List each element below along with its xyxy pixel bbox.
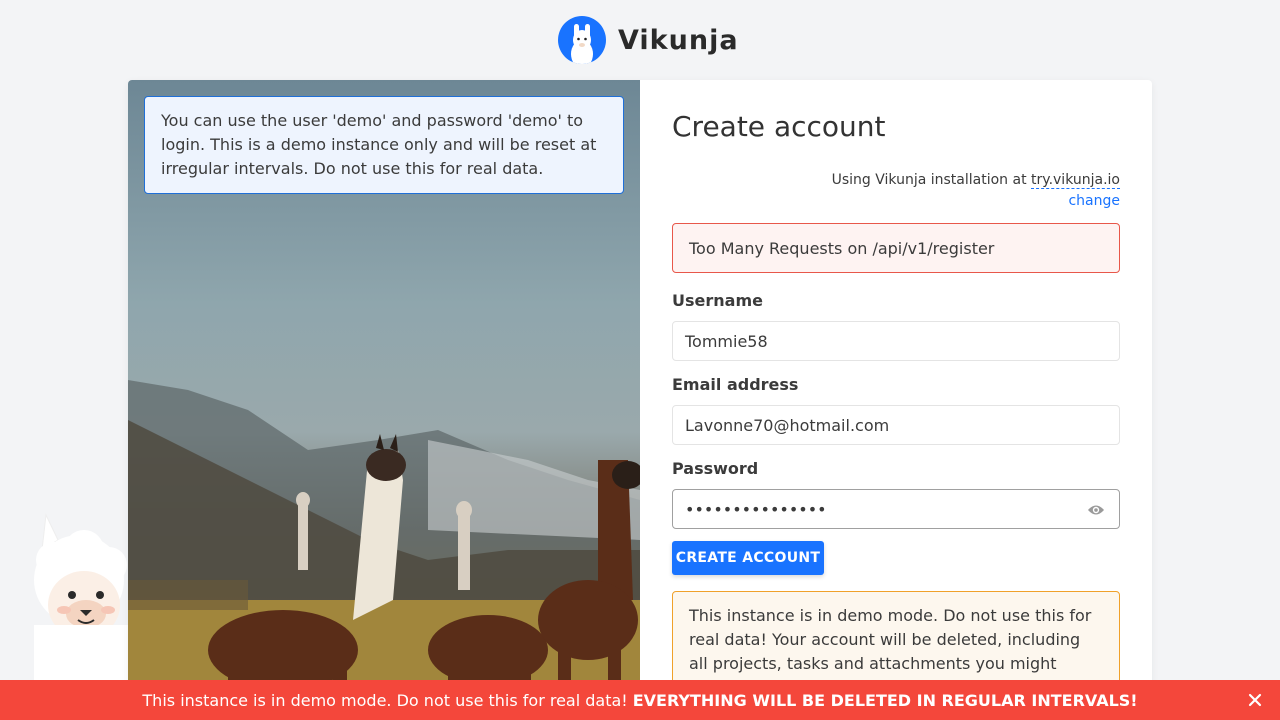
change-installation-link[interactable]: change: [832, 191, 1120, 212]
llama-photo: You can use the user 'demo' and password…: [128, 80, 640, 720]
password-value: •••••••••••••••: [685, 499, 827, 519]
register-form: Create account Using Vikunja installatio…: [640, 80, 1152, 720]
eye-icon[interactable]: [1087, 502, 1105, 516]
create-account-button[interactable]: CREATE ACCOUNT: [672, 541, 824, 575]
installation-prefix: Using Vikunja installation at: [831, 172, 1027, 188]
installation-domain: try.vikunja.io: [1031, 172, 1120, 189]
llama-logo-icon: [558, 16, 606, 64]
username-label: Username: [672, 291, 763, 310]
password-field[interactable]: •••••••••••••••: [672, 489, 1120, 529]
password-label: Password: [672, 459, 759, 478]
demo-credentials-notice: You can use the user 'demo' and password…: [144, 96, 624, 194]
app-logo[interactable]: Vikunja: [558, 16, 739, 64]
installation-info: Using Vikunja installation at try.vikunj…: [832, 170, 1120, 212]
username-field[interactable]: Tommie58: [672, 321, 1120, 361]
register-card: You can use the user 'demo' and password…: [128, 80, 1152, 720]
banner-emphasis: EVERYTHING WILL BE DELETED IN REGULAR IN…: [632, 690, 1138, 710]
banner-text: This instance is in demo mode. Do not us…: [142, 690, 628, 710]
close-icon[interactable]: [1246, 691, 1264, 709]
page-title: Create account: [672, 110, 886, 143]
demo-banner: This instance is in demo mode. Do not us…: [0, 680, 1280, 720]
llama-mascot-icon: [24, 510, 134, 685]
app-name: Vikunja: [618, 24, 739, 56]
error-message: Too Many Requests on /api/v1/register: [672, 223, 1120, 273]
email-field[interactable]: Lavonne70@hotmail.com: [672, 405, 1120, 445]
email-label: Email address: [672, 375, 799, 394]
